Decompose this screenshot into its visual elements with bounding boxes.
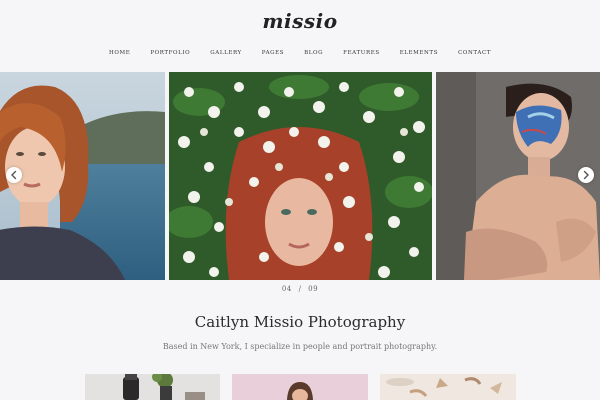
page-title: Caitlyn Missio Photography — [194, 313, 406, 331]
gallery-thumbnail-pink-portrait[interactable] — [232, 374, 368, 400]
slide-image-painted-portrait[interactable] — [436, 72, 600, 280]
nav-item-pages[interactable]: PAGES — [262, 50, 284, 56]
slide-counter-total: 09 — [308, 285, 319, 293]
nav-item-gallery[interactable]: GALLERY — [210, 50, 242, 56]
slide-counter: 04 / 09 — [0, 285, 600, 293]
site-logo[interactable]: missio — [0, 9, 600, 33]
main-nav: HOME PORTFOLIO GALLERY PAGES BLOG FEATUR… — [0, 50, 600, 56]
slide-counter-current: 04 — [281, 285, 292, 293]
slide-image-flower-portrait[interactable] — [169, 72, 432, 280]
nav-item-home[interactable]: HOME — [109, 50, 130, 56]
slider-next-button[interactable] — [578, 167, 594, 183]
gallery-thumbnail-camera[interactable] — [85, 374, 220, 400]
intro-tagline: Based in New York, I specialize in peopl… — [162, 342, 438, 351]
chevron-left-icon — [11, 170, 17, 180]
nav-item-portfolio[interactable]: PORTFOLIO — [150, 50, 190, 56]
portrait-slider[interactable] — [0, 72, 600, 280]
gallery-thumbnail-still-life[interactable] — [380, 374, 516, 400]
nav-item-contact[interactable]: CONTACT — [458, 50, 491, 56]
nav-item-blog[interactable]: BLOG — [304, 50, 323, 56]
chevron-right-icon — [583, 170, 589, 180]
nav-item-features[interactable]: FEATURES — [343, 50, 380, 56]
slide-counter-separator: / — [298, 285, 302, 293]
site-header: missio HOME PORTFOLIO GALLERY PAGES BLOG… — [0, 0, 600, 72]
slider-prev-button[interactable] — [6, 167, 22, 183]
nav-item-elements[interactable]: ELEMENTS — [400, 50, 438, 56]
slide-image-lake-portrait[interactable] — [0, 72, 165, 280]
